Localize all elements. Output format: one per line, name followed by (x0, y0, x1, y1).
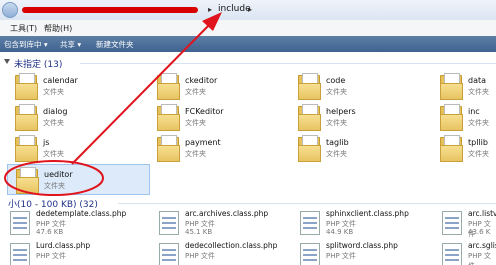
annotation-ellipse (4, 160, 104, 196)
annotation-arrow-line (71, 19, 215, 165)
annotation-overlay (4, 12, 222, 196)
